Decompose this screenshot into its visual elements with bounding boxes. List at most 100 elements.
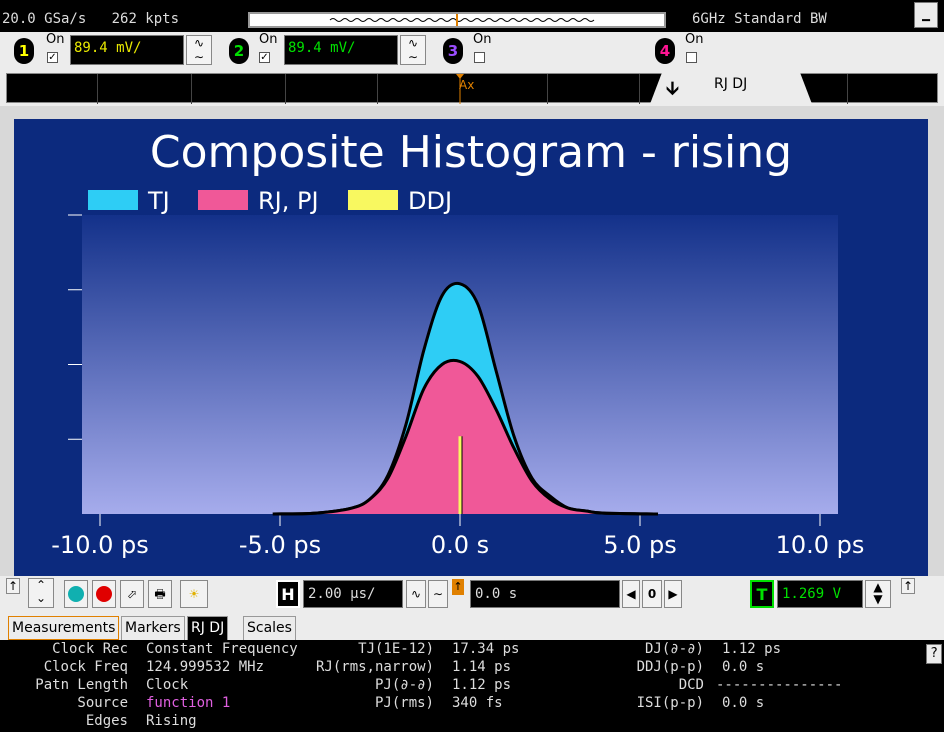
delay-reference-button[interactable]: 0	[642, 580, 662, 608]
brightness-button[interactable]: ☀	[180, 580, 208, 608]
tab-measurements[interactable]: Measurements	[8, 616, 120, 640]
legend-label-ddj: DDJ	[408, 187, 453, 215]
delay-right-button[interactable]: ▶	[664, 580, 682, 608]
x-tick-label: 10.0 ps	[775, 531, 865, 559]
pj-rms-value: 340 fs	[452, 695, 503, 711]
trigger-button[interactable]: T	[750, 580, 774, 608]
x-tick-label: 0.0 s	[430, 531, 490, 559]
pj-rms-label: PJ(rms)	[374, 695, 434, 711]
channel-4-checkbox[interactable]	[686, 52, 697, 63]
pj-dd-value: 1.12 ps	[452, 677, 512, 693]
arrow-up-small-button-right[interactable]: ↑	[901, 578, 915, 594]
clock-freq-label: Clock Freq	[43, 659, 128, 675]
source-value[interactable]: function 1	[146, 695, 230, 711]
channel-2-checkbox[interactable]: ✓	[259, 52, 270, 63]
tab-rjdj[interactable]: RJ DJ	[187, 616, 229, 640]
legend-label-tj: TJ	[148, 187, 170, 215]
overview-trace	[329, 18, 595, 22]
arrow-down-icon[interactable]: 🡫	[666, 76, 679, 104]
channel-4-on-label: On	[685, 32, 704, 47]
source-label: Source	[77, 695, 128, 711]
histogram-graph: Composite Histogram - rising TJ RJ, PJ D…	[14, 119, 928, 576]
single-acquisition-icon: ⬀	[126, 587, 138, 601]
timebase-coarse-button[interactable]: ∿	[406, 580, 426, 608]
x-tick-label: -10.0 ps	[51, 531, 149, 559]
isi-value: 0.0 s	[722, 695, 765, 711]
trigger-level-stepper[interactable]: ▲ ▼	[865, 580, 891, 608]
rjdj-view-tab[interactable]: 🡫 RJ DJ	[650, 70, 812, 104]
channel-3-badge[interactable]: 3	[443, 38, 463, 64]
x-tick-label: 5.0 ps	[603, 531, 677, 559]
legend-swatch-rjpj	[198, 190, 248, 210]
tab-markers[interactable]: Markers	[121, 616, 185, 640]
channel-bar: 1 On ✓ 89.4 mV/ ∿ ∼ 2 On ✓ 89.4 mV/ ∿ ∼ 3 …	[0, 32, 944, 70]
waveform-overview[interactable]	[248, 12, 666, 28]
sun-icon: ☀	[188, 587, 200, 601]
single-button[interactable]: ⬀	[120, 580, 144, 608]
results-tabs: Measurements Markers RJ DJ Scales	[0, 614, 944, 640]
channel-3-checkbox[interactable]	[474, 52, 485, 63]
sample-rate: 20.0 GSa/s	[2, 11, 87, 27]
arrow-up-small-button[interactable]: ↑	[6, 578, 20, 594]
channel-1-scale[interactable]: 89.4 mV/	[70, 35, 184, 65]
stop-icon	[96, 586, 112, 602]
rj-value: 1.14 ps	[452, 659, 512, 675]
clock-rec-label: Clock Rec	[52, 641, 128, 657]
ddj-label: DDJ(p-p)	[636, 659, 704, 675]
print-button[interactable]: 🖶	[148, 580, 172, 608]
run-button[interactable]	[64, 580, 88, 608]
delay-marker-icon: ↑	[452, 579, 464, 595]
channel-1-on-label: On	[46, 32, 65, 47]
stop-button[interactable]	[92, 580, 116, 608]
control-bar: ↑ ⌃ ⌄ ⬀ 🖶 ☀ H 2.00 µs/ ∿ ∼ ↑ 0.0 s ◀ 0 ▶ …	[0, 576, 944, 614]
channel-4-badge[interactable]: 4	[655, 38, 675, 64]
channel-1-coupling-button[interactable]: ∿ ∼	[186, 35, 212, 65]
record-length: 262 kpts	[111, 11, 180, 27]
delay-field[interactable]: 0.0 s	[470, 580, 620, 608]
ddj-value: 0.0 s	[722, 659, 765, 675]
isi-label: ISI(p-p)	[636, 695, 704, 711]
clock-rec-value: Constant Frequency	[146, 641, 298, 657]
marker-ax-label: Ax	[459, 78, 475, 92]
dcd-label: DCD	[678, 677, 704, 693]
rjdj-view-tab-label: RJ DJ	[714, 76, 748, 92]
pattern-length-value: Clock	[146, 677, 189, 693]
tj-label: TJ(1E-12)	[358, 641, 434, 657]
channel-2-badge[interactable]: 2	[229, 38, 249, 64]
channel-3-on-label: On	[473, 32, 492, 47]
printer-icon: 🖶	[154, 587, 166, 601]
tab-scales[interactable]: Scales	[243, 616, 296, 640]
tj-value: 17.34 ps	[452, 641, 520, 657]
rj-label: RJ(rms,narrow)	[315, 659, 434, 675]
help-button[interactable]: ?	[926, 644, 942, 664]
edges-label: Edges	[85, 713, 128, 729]
clock-freq-value: 124.999532 MHz	[146, 659, 265, 675]
dcd-value: ---------------	[716, 677, 843, 693]
dj-label: DJ(∂-∂)	[644, 641, 704, 657]
run-icon	[68, 586, 84, 602]
x-tick-label: -5.0 ps	[238, 531, 322, 559]
delay-left-button[interactable]: ◀	[622, 580, 640, 608]
timebase-fine-button[interactable]: ∼	[428, 580, 448, 608]
legend-swatch-tj	[88, 190, 138, 210]
status-bar: 20.0 GSa/s 262 kpts 6GHz Standard BW ▁	[0, 0, 944, 32]
channel-1-checkbox[interactable]: ✓	[47, 52, 58, 63]
timebase-field[interactable]: 2.00 µs/	[303, 580, 403, 608]
channel-2-on-label: On	[259, 32, 278, 47]
channel-2-coupling-button[interactable]: ∿ ∼	[400, 35, 426, 65]
rjdj-results-panel: Clock Rec Constant Frequency Clock Freq 12…	[0, 640, 944, 732]
channel-1-badge[interactable]: 1	[14, 38, 34, 64]
vertical-nudge-button[interactable]: ⌃ ⌄	[28, 578, 54, 608]
pattern-length-label: Patn Length	[35, 677, 128, 693]
minimize-button[interactable]: ▁	[914, 2, 938, 28]
trigger-level-field[interactable]: 1.269 V	[777, 580, 863, 608]
dj-value: 1.12 ps	[722, 641, 782, 657]
sample-rate-readout: 20.0 GSa/s 262 kpts	[2, 11, 179, 27]
horizontal-button[interactable]: H	[276, 580, 300, 608]
legend-label-rjpj: RJ, PJ	[258, 187, 319, 215]
edges-value: Rising	[146, 713, 197, 729]
channel-2-scale[interactable]: 89.4 mV/	[284, 35, 398, 65]
bandwidth-readout: 6GHz Standard BW	[692, 11, 827, 27]
pj-dd-label: PJ(∂-∂)	[374, 677, 434, 693]
series-ddj-bar	[458, 436, 462, 514]
